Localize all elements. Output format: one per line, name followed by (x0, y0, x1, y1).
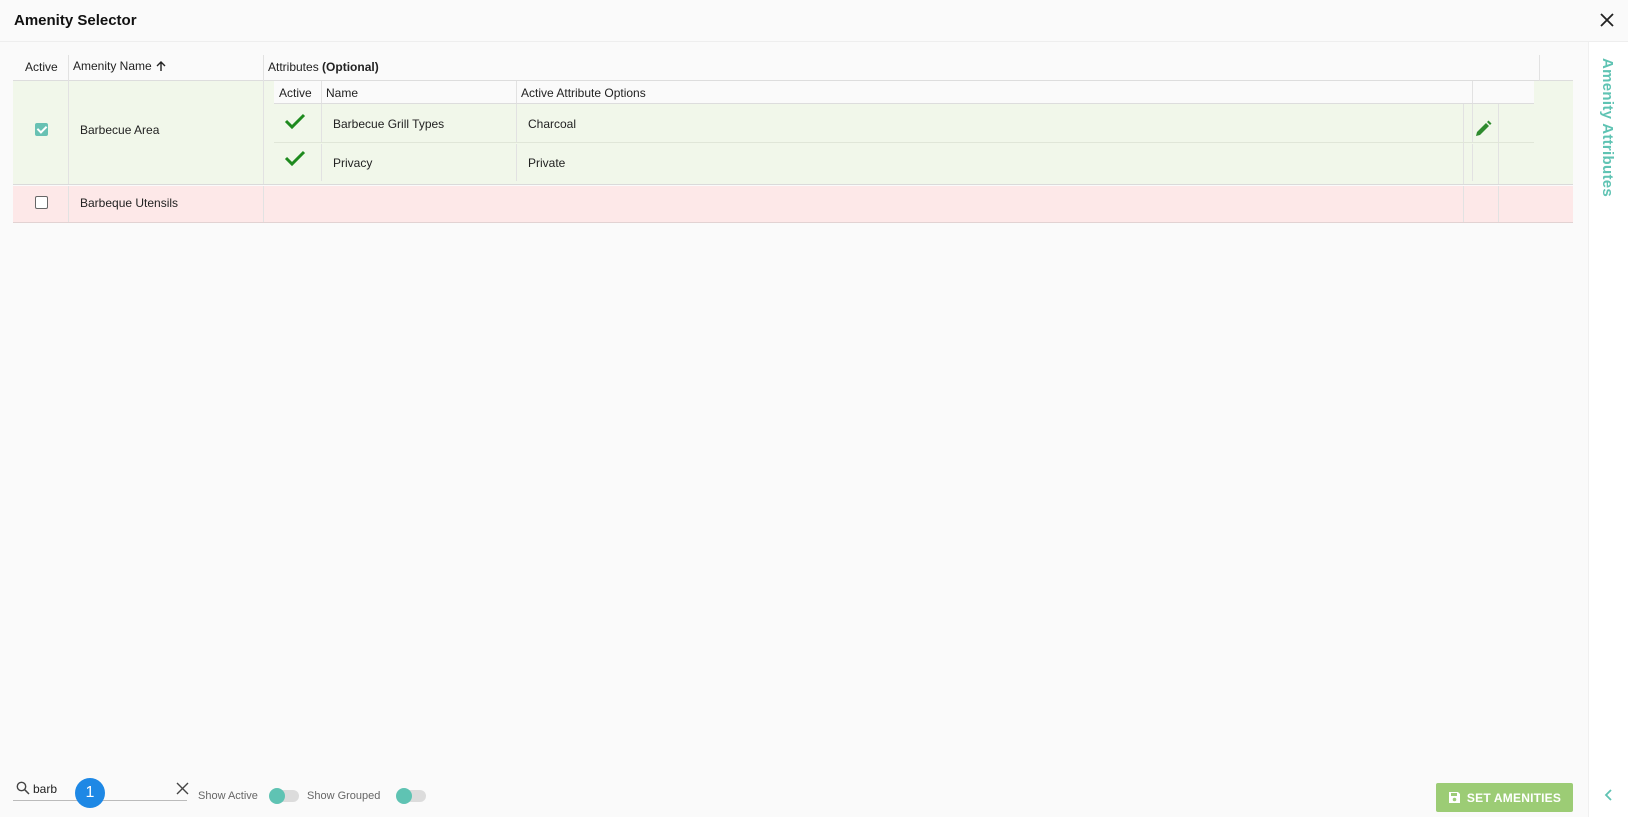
search-icon (16, 781, 30, 795)
divider (263, 81, 264, 184)
show-active-label: Show Active (198, 790, 258, 802)
dialog-header: Amenity Selector (0, 0, 1628, 42)
attribute-name: Privacy (333, 156, 373, 170)
attributes-subheader: Active Name Active Attribute Options (274, 81, 1534, 104)
toggle-knob (269, 788, 285, 804)
attribute-row[interactable]: Barbecue Grill Types Charcoal (274, 104, 1534, 143)
attribute-row[interactable]: Privacy Private (274, 144, 1534, 181)
divider (263, 186, 264, 222)
amenity-name: Barbecue Area (80, 123, 160, 137)
column-header-attributes: Attributes (Optional) (268, 60, 379, 74)
attribute-option: Charcoal (528, 117, 577, 131)
pencil-icon[interactable] (1473, 119, 1493, 139)
amenity-attributes-panel[interactable]: Amenity Attributes (1588, 42, 1628, 817)
divider (263, 55, 264, 81)
checkmark-icon (284, 113, 306, 130)
divider (321, 81, 322, 103)
column-header-active[interactable]: Active (25, 60, 58, 74)
divider (1539, 55, 1540, 81)
divider (321, 144, 322, 181)
side-panel-title[interactable]: Amenity Attributes (1599, 58, 1616, 197)
divider (68, 81, 69, 184)
show-grouped-label: Show Grouped (307, 790, 381, 802)
column-header-attributes-label: Attributes (268, 60, 319, 74)
subheader-options: Active Attribute Options (521, 86, 646, 100)
attribute-option: Private (528, 156, 566, 170)
dialog-title: Amenity Selector (14, 12, 137, 29)
divider (1472, 81, 1473, 103)
save-icon (1448, 792, 1460, 803)
sort-ascending-icon (156, 61, 166, 71)
column-header-amenity-name[interactable]: Amenity Name (73, 59, 167, 73)
toggle-knob (396, 788, 412, 804)
show-grouped-toggle[interactable] (396, 788, 426, 804)
row-active-checkbox[interactable] (35, 196, 48, 209)
divider (1463, 186, 1464, 222)
divider (321, 104, 322, 142)
divider (516, 104, 517, 142)
show-active-toggle[interactable] (269, 788, 299, 804)
divider (1498, 186, 1499, 222)
clear-icon[interactable] (176, 782, 189, 795)
row-active-checkbox[interactable] (35, 123, 48, 136)
divider (68, 55, 69, 81)
checkmark-icon (284, 150, 306, 167)
grid-header (13, 55, 1573, 81)
divider (68, 186, 69, 222)
divider (516, 144, 517, 181)
set-amenities-button[interactable]: SET AMENITIES (1436, 783, 1573, 812)
step-badge: 1 (75, 778, 105, 808)
chevron-left-icon[interactable] (1601, 787, 1617, 803)
subheader-name: Name (326, 86, 359, 100)
divider (516, 81, 517, 103)
divider (1472, 144, 1473, 181)
subheader-active: Active (279, 86, 312, 100)
amenity-name: Barbeque Utensils (80, 196, 179, 210)
column-header-amenity-name-label: Amenity Name (73, 59, 152, 73)
attribute-name: Barbecue Grill Types (333, 117, 445, 131)
set-amenities-label: SET AMENITIES (1466, 790, 1562, 805)
close-icon[interactable] (1598, 11, 1616, 29)
column-header-attributes-optional: (Optional) (322, 60, 379, 74)
table-row[interactable]: Barbeque Utensils (13, 186, 1573, 223)
